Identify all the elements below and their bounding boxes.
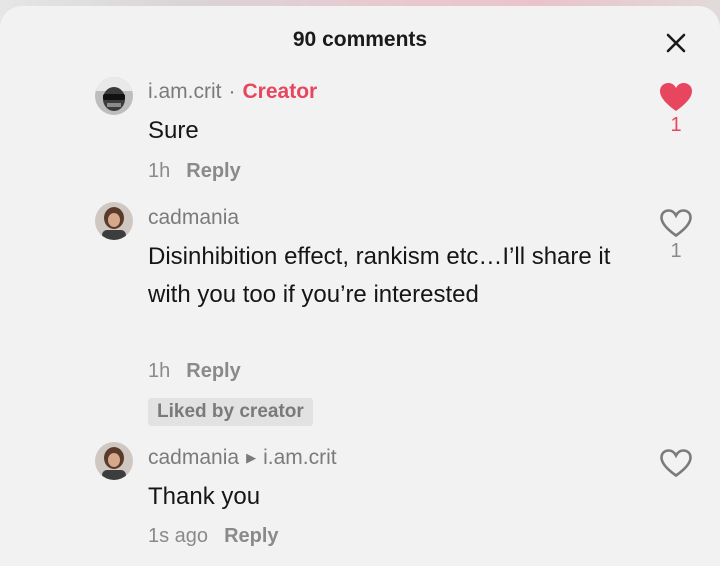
comment-meta: 1h Reply bbox=[148, 360, 241, 383]
avatar[interactable] bbox=[95, 77, 133, 115]
liked-by-creator-badge: Liked by creator bbox=[148, 398, 313, 426]
like-column bbox=[652, 448, 700, 478]
like-count: 1 bbox=[670, 240, 682, 262]
creator-badge: Creator bbox=[242, 80, 318, 103]
like-column: 1 bbox=[652, 208, 700, 263]
separator-dot: · bbox=[228, 80, 236, 103]
comment-time: 1h bbox=[148, 160, 171, 182]
avatar[interactable] bbox=[95, 442, 133, 480]
reply-to-username[interactable]: i.am.crit bbox=[263, 446, 337, 470]
reply-button[interactable]: Reply bbox=[186, 360, 240, 383]
heart-icon[interactable] bbox=[659, 82, 693, 112]
comment-time: 1h bbox=[148, 360, 171, 382]
comments-count-title: 90 comments bbox=[292, 28, 428, 51]
username-line: cadmania ▶ i.am.crit bbox=[148, 446, 337, 470]
comment-text: Disinhibition effect, rankism etc…I’ll s… bbox=[148, 243, 611, 308]
comment-text: Sure bbox=[148, 117, 199, 144]
username-line: cadmania bbox=[148, 206, 239, 230]
comment-text: Thank you bbox=[148, 483, 261, 510]
username[interactable]: cadmania bbox=[148, 206, 239, 230]
heart-icon[interactable] bbox=[659, 208, 693, 238]
heart-icon[interactable] bbox=[659, 448, 693, 478]
reply-to-arrow-icon: ▶ bbox=[246, 450, 257, 465]
close-icon bbox=[666, 33, 686, 53]
avatar[interactable] bbox=[95, 202, 133, 240]
comment-meta: 1s ago Reply bbox=[148, 525, 279, 548]
username[interactable]: cadmania bbox=[148, 446, 239, 470]
comment-meta: 1h Reply bbox=[148, 160, 241, 183]
reply-button[interactable]: Reply bbox=[224, 525, 278, 548]
like-count: 1 bbox=[670, 114, 682, 136]
like-column: 1 bbox=[652, 82, 700, 137]
close-button[interactable] bbox=[660, 27, 692, 59]
comment-time: 1s ago bbox=[148, 525, 209, 547]
reply-button[interactable]: Reply bbox=[186, 160, 240, 183]
username-line: i.am.crit · Creator bbox=[148, 80, 317, 104]
username[interactable]: i.am.crit bbox=[148, 80, 222, 104]
